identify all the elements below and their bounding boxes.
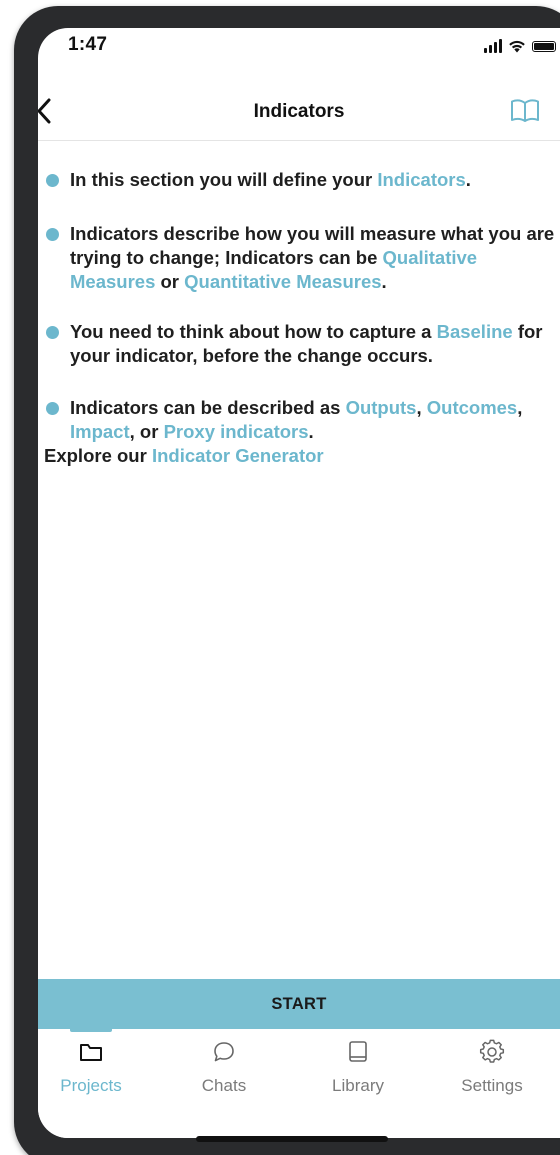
page-title: Indicators [253,101,345,122]
bullet-text: , [416,397,427,418]
bullet-text: . [308,421,314,442]
bullet-text: Indicators can be described as [70,397,346,418]
bullet-text: , or [129,421,164,442]
bullet-item: You need to think about how to capture a… [38,320,560,368]
active-tab-indicator [70,1029,112,1032]
chat-bubble-icon [214,1042,234,1062]
glossary-link[interactable]: Outcomes [427,397,517,418]
bullet-dot-icon [46,326,59,339]
status-time: 1:47 [68,34,108,55]
bullet-item: Indicators describe how you will measure… [38,222,560,294]
tab-label: Library [332,1076,384,1095]
glossary-link[interactable]: Proxy indicators [164,421,309,442]
indicator-generator-link[interactable]: Indicator Generator [152,445,324,466]
bullet-item: Indicators can be described as Outputs , … [38,396,560,444]
bullet-text: In this section you will define your [70,169,378,190]
bullet-text: You need to think about how to capture a [70,321,437,342]
bullet-text: Indicators describe how you will measure… [70,223,555,268]
gear-icon [479,1039,505,1063]
home-indicator [196,1136,388,1142]
folder-icon [80,1044,102,1061]
tab-label: Chats [201,1076,247,1095]
bullet-dot-icon [46,402,59,415]
bullet-dot-icon [46,228,59,241]
start-button[interactable]: START [38,979,560,1029]
cellular-signal-icon [484,39,502,53]
status-icons [484,37,556,53]
nav-bar: Indicators [38,84,560,141]
bullet-text: . [381,271,387,292]
battery-icon [532,41,556,52]
bullet-text: . [465,169,471,190]
glossary-link[interactable]: Indicators [377,169,465,190]
book-icon [349,1041,367,1062]
tab-library[interactable]: Library [303,1037,413,1107]
tab-label: Settings [461,1076,523,1095]
glossary-link[interactable]: Impact [70,421,130,442]
app-screen: 1:47 Indicators In this section you will… [38,28,560,1138]
explore-line: Explore our Indicator Generator [44,444,324,468]
glossary-link[interactable]: Quantitative Measures [184,271,381,292]
tab-bar: Projects Chats Library Settings [38,1029,560,1138]
glossary-link[interactable]: Outputs [346,397,417,418]
tab-chats[interactable]: Chats [169,1037,279,1107]
page: 1:47 Indicators In this section you will… [0,0,560,1155]
bullet-dot-icon [46,174,59,187]
tab-projects[interactable]: Projects [38,1037,146,1107]
tab-settings[interactable]: Settings [437,1037,547,1107]
status-bar: 1:47 [38,28,560,68]
wifi-icon [509,40,525,53]
bullet-text: or [155,271,185,292]
bullet-text: , [517,397,523,418]
bullet-item: In this section you will define your Ind… [38,168,560,192]
book-open-icon [511,99,539,122]
nav-title-container: Indicators [38,84,560,140]
guide-button[interactable] [510,98,540,124]
tab-label: Projects [60,1076,122,1095]
glossary-link[interactable]: Baseline [437,321,513,342]
explore-prefix: Explore our [44,445,152,466]
